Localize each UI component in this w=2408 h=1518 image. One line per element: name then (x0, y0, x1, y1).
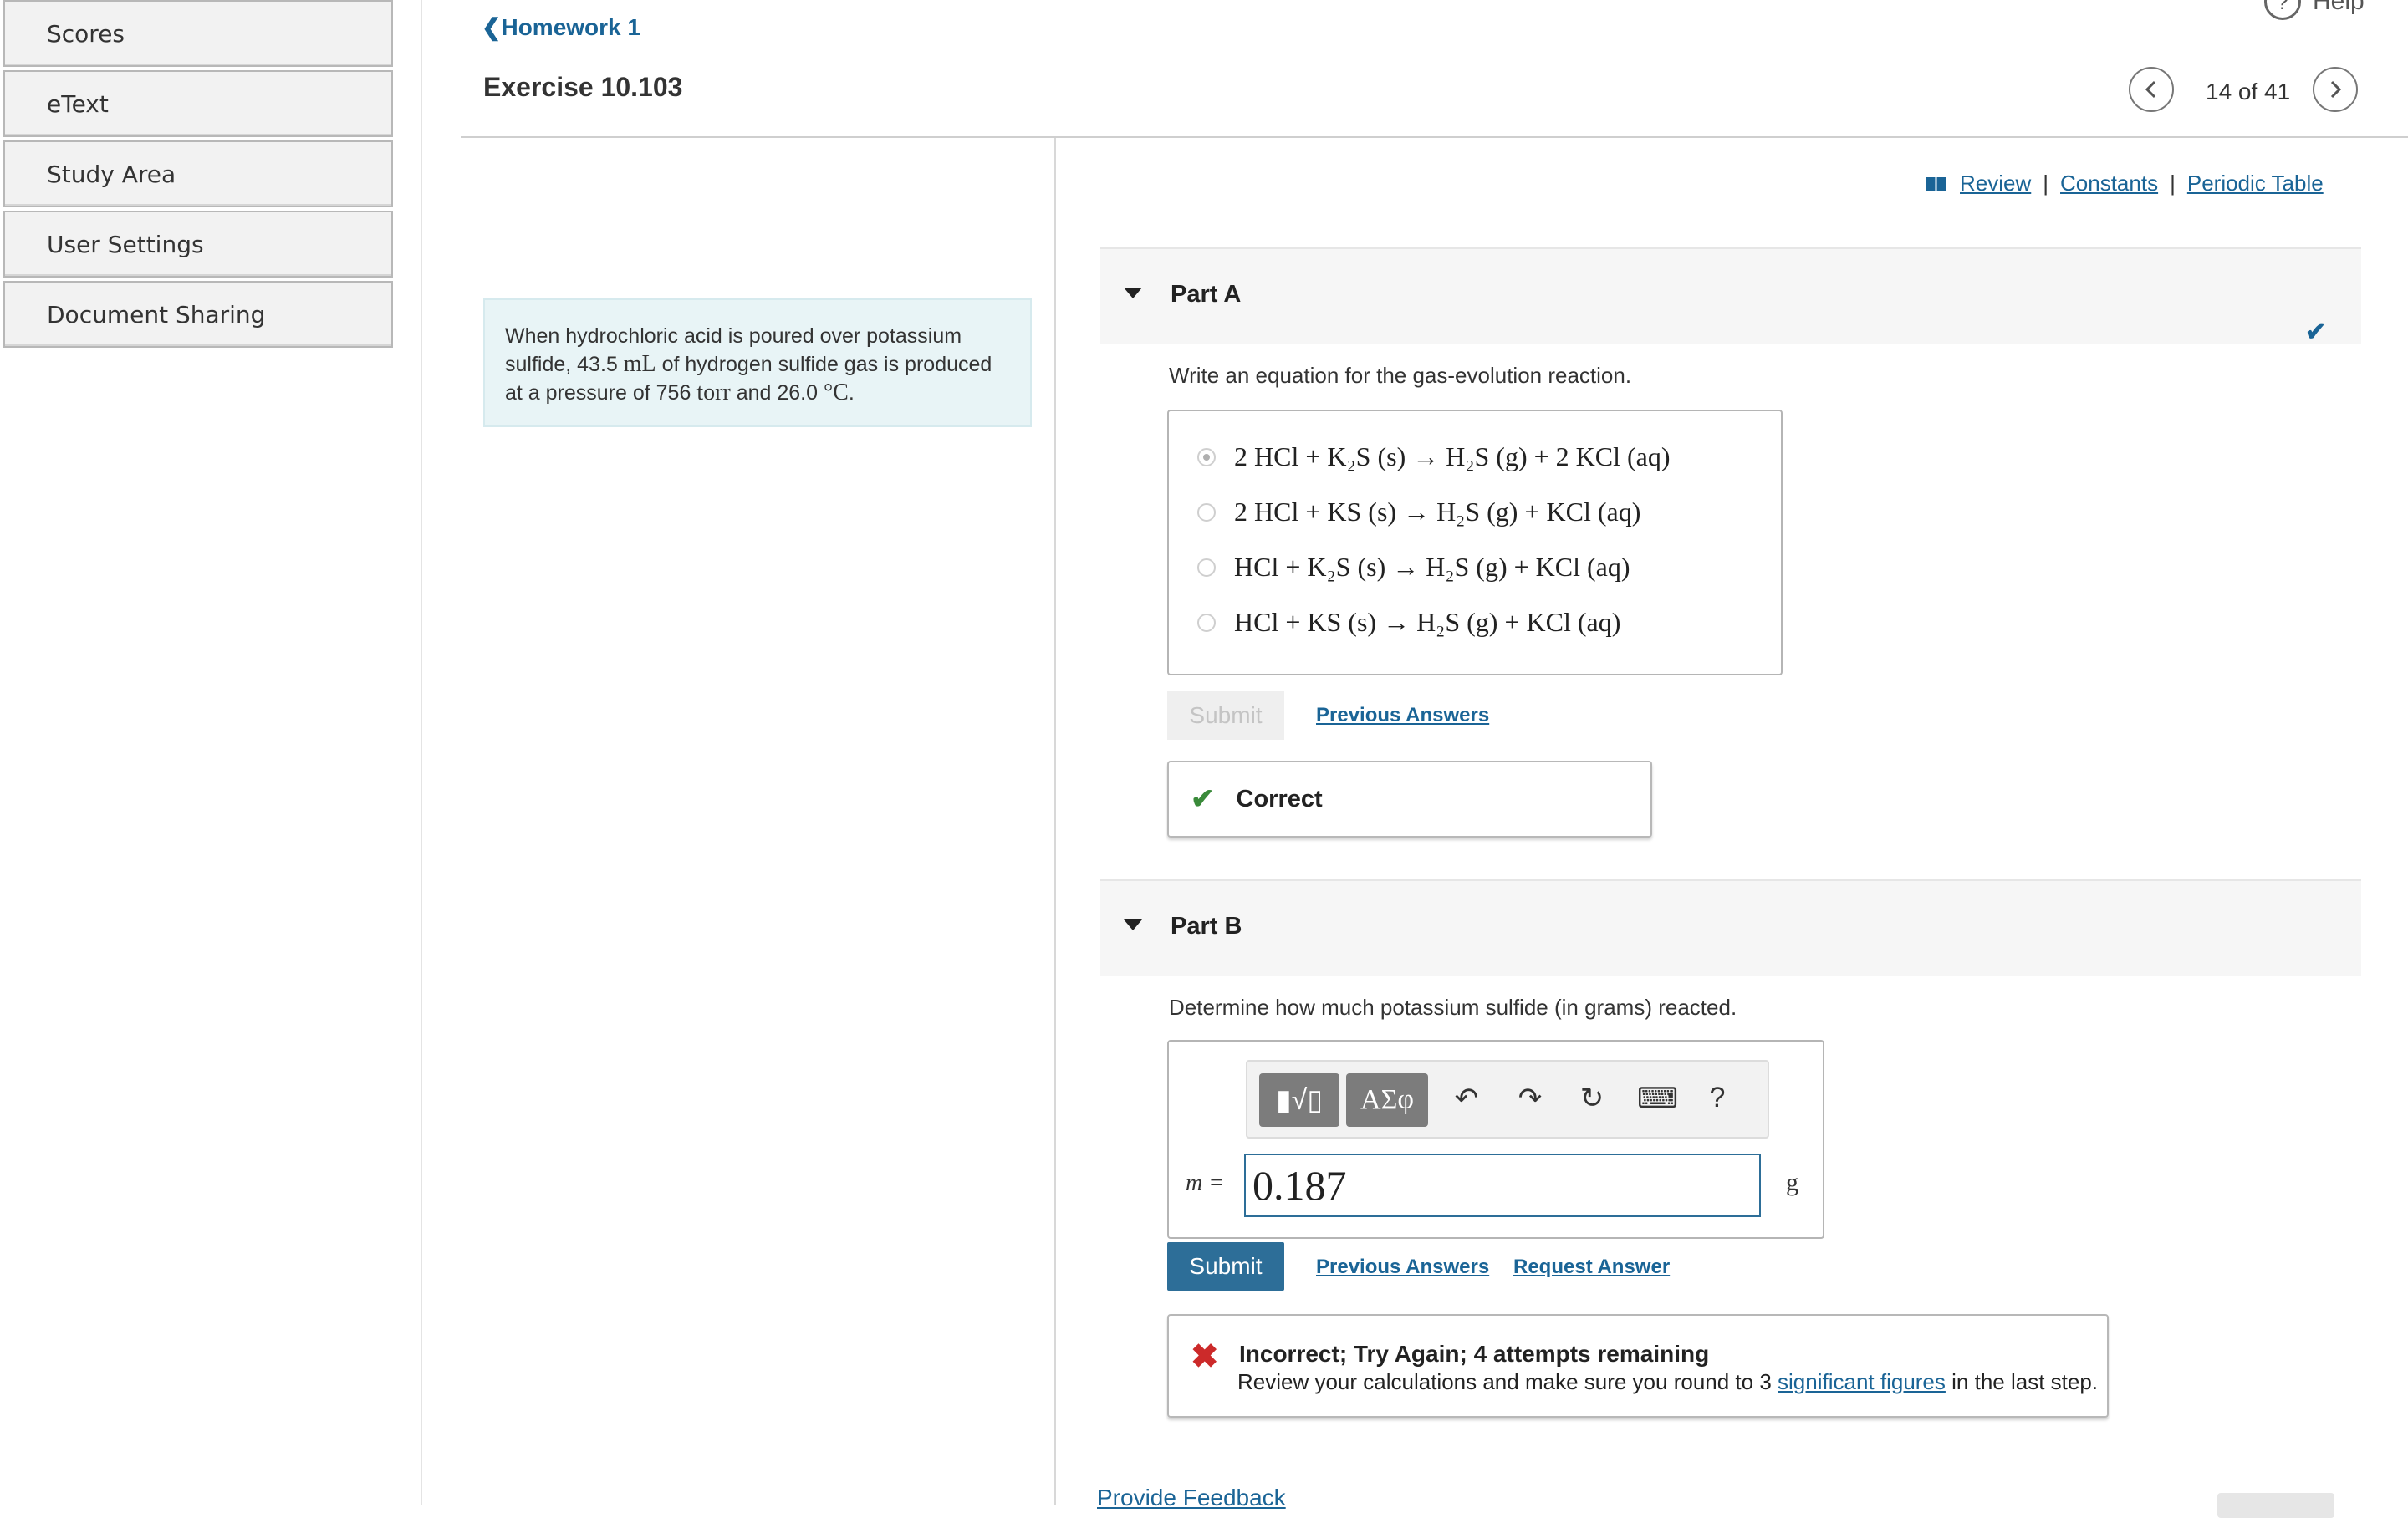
volume-unit: mL (623, 351, 656, 377)
correct-feedback: ✔ Correct (1167, 761, 1652, 838)
keyboard-icon[interactable]: ⌨ (1637, 1082, 1678, 1115)
sidebar-item-scores[interactable]: Scores (3, 0, 393, 67)
choice-option[interactable]: HCl + K₂S (s) → H₂S (g) + KCl (aq) (1197, 552, 1630, 583)
provide-feedback-link[interactable]: Provide Feedback (1097, 1485, 1286, 1511)
sidebar-item-label: eText (47, 89, 109, 118)
part-b-previous-answers-link[interactable]: Previous Answers (1316, 1256, 1489, 1279)
sidebar-item-etext[interactable]: eText (3, 70, 393, 137)
redo-icon[interactable]: ↷ (1512, 1082, 1548, 1115)
resource-links: Review | Constants | Periodic Table (1925, 171, 2324, 196)
math-toolbar: ▮√▯ ΑΣφ ↶ ↷ ↻ ⌨ ? (1246, 1060, 1769, 1138)
feedback-label: Correct (1236, 785, 1323, 812)
sidebar-item-user-settings[interactable]: User Settings (3, 211, 393, 278)
chevron-left-icon: ❮ (482, 14, 502, 40)
feedback-title: Incorrect; Try Again; 4 attempts remaini… (1239, 1341, 1710, 1367)
choice-option[interactable]: 2 HCl + KS (s) → H₂S (g) + KCl (aq) (1197, 497, 1640, 527)
sidebar-item-label: Document Sharing (47, 300, 266, 329)
previous-item-button[interactable] (2129, 67, 2174, 112)
choice-text: 2 HCl + K₂S (s) → H₂S (g) + 2 KCl (aq) (1234, 441, 1671, 471)
back-to-assignment-link[interactable]: ❮Homework 1 (482, 13, 640, 41)
part-b-header[interactable]: Part B (1100, 879, 2361, 976)
periodic-table-link[interactable]: Periodic Table (2187, 171, 2324, 196)
part-a-submit-button: Submit (1167, 691, 1284, 740)
caret-down-icon (1124, 919, 1142, 930)
part-a-header[interactable]: Part A ✔ (1100, 247, 2361, 346)
feedback-text: Review your calculations and make sure y… (1237, 1369, 1778, 1394)
sidebar-item-label: Scores (47, 19, 125, 48)
part-a-prompt: Write an equation for the gas-evolution … (1169, 363, 1632, 388)
separator: | (2043, 171, 2049, 196)
feedback-text: in the last step. (1945, 1369, 2099, 1394)
radio-button[interactable] (1197, 613, 1216, 632)
templates-icon: ▮√▯ (1275, 1084, 1324, 1116)
significant-figures-link[interactable]: significant figures (1778, 1369, 1946, 1394)
constants-link[interactable]: Constants (2060, 171, 2158, 196)
sidebar-item-label: Study Area (47, 160, 176, 188)
sidebar-item-label: User Settings (47, 230, 204, 258)
sidebar-item-document-sharing[interactable]: Document Sharing (3, 281, 393, 348)
symbols-button[interactable]: ΑΣφ (1346, 1073, 1428, 1127)
reset-icon[interactable]: ↻ (1574, 1082, 1610, 1115)
item-pager: 14 of 41 (2206, 79, 2291, 104)
variable-label: m = (1186, 1170, 1224, 1197)
feedback-detail: Review your calculations and make sure y… (1237, 1369, 2098, 1395)
chevron-left-icon (2145, 80, 2156, 99)
help-icon[interactable]: ? (1699, 1082, 1736, 1114)
part-a-previous-answers-link[interactable]: Previous Answers (1316, 704, 1489, 727)
help-label: Help (2313, 0, 2365, 15)
sidebar-divider (421, 0, 422, 1505)
undo-icon[interactable]: ↶ (1448, 1082, 1485, 1115)
checkmark-icon: ✔ (1191, 783, 1215, 815)
part-b-label: Part B (1171, 913, 1242, 940)
part-b-prompt: Determine how much potassium sulfide (in… (1169, 995, 1737, 1020)
templates-button[interactable]: ▮√▯ (1259, 1073, 1339, 1127)
radio-button[interactable] (1197, 447, 1216, 466)
choice-option[interactable]: 2 HCl + K₂S (s) → H₂S (g) + 2 KCl (aq) (1197, 441, 1671, 472)
help-button[interactable]: ? Help (2264, 0, 2365, 20)
problem-text: . (848, 381, 855, 405)
help-icon: ? (2264, 0, 2301, 20)
chevron-right-icon (2330, 80, 2342, 99)
pane-divider (1054, 138, 1056, 1505)
back-link-label: Homework 1 (501, 14, 640, 40)
temperature-unit: °C (823, 380, 849, 405)
variable-text: m = (1186, 1170, 1225, 1196)
next-item-button[interactable] (2313, 67, 2358, 112)
book-icon (1926, 176, 1946, 191)
unit-label: g (1786, 1169, 1798, 1196)
answer-entry-area: ▮√▯ ΑΣφ ↶ ↷ ↻ ⌨ ? m = 0.187 g (1167, 1040, 1824, 1239)
next-button[interactable] (2217, 1493, 2334, 1518)
answer-input[interactable]: 0.187 (1244, 1154, 1761, 1217)
radio-button[interactable] (1197, 558, 1216, 577)
choice-text: HCl + K₂S (s) → H₂S (g) + KCl (aq) (1234, 552, 1630, 582)
caret-down-icon (1124, 288, 1142, 298)
answer-choices: 2 HCl + K₂S (s) → H₂S (g) + 2 KCl (aq) 2… (1167, 410, 1783, 675)
part-a-label: Part A (1171, 281, 1242, 308)
part-b-submit-button[interactable]: Submit (1167, 1242, 1284, 1291)
choice-option[interactable]: HCl + KS (s) → H₂S (g) + KCl (aq) (1197, 607, 1620, 638)
radio-button[interactable] (1197, 502, 1216, 522)
header-divider (461, 136, 2408, 138)
incorrect-feedback: ✖ Incorrect; Try Again; 4 attempts remai… (1167, 1314, 2109, 1418)
close-icon: ✖ (1191, 1338, 1219, 1375)
symbols-icon: ΑΣφ (1360, 1084, 1414, 1115)
choice-text: HCl + KS (s) → H₂S (g) + KCl (aq) (1234, 607, 1621, 637)
separator: | (2170, 171, 2176, 196)
problem-statement: When hydrochloric acid is poured over po… (483, 298, 1032, 427)
pressure-unit: torr (696, 380, 731, 405)
request-answer-link[interactable]: Request Answer (1513, 1256, 1670, 1279)
problem-text: and 26.0 (730, 381, 824, 405)
choice-text: 2 HCl + KS (s) → H₂S (g) + KCl (aq) (1234, 497, 1641, 527)
review-link[interactable]: Review (1960, 171, 2031, 196)
sidebar-item-study-area[interactable]: Study Area (3, 140, 393, 207)
checkmark-icon: ✔ (2304, 318, 2326, 346)
page-title: Exercise 10.103 (483, 72, 683, 102)
